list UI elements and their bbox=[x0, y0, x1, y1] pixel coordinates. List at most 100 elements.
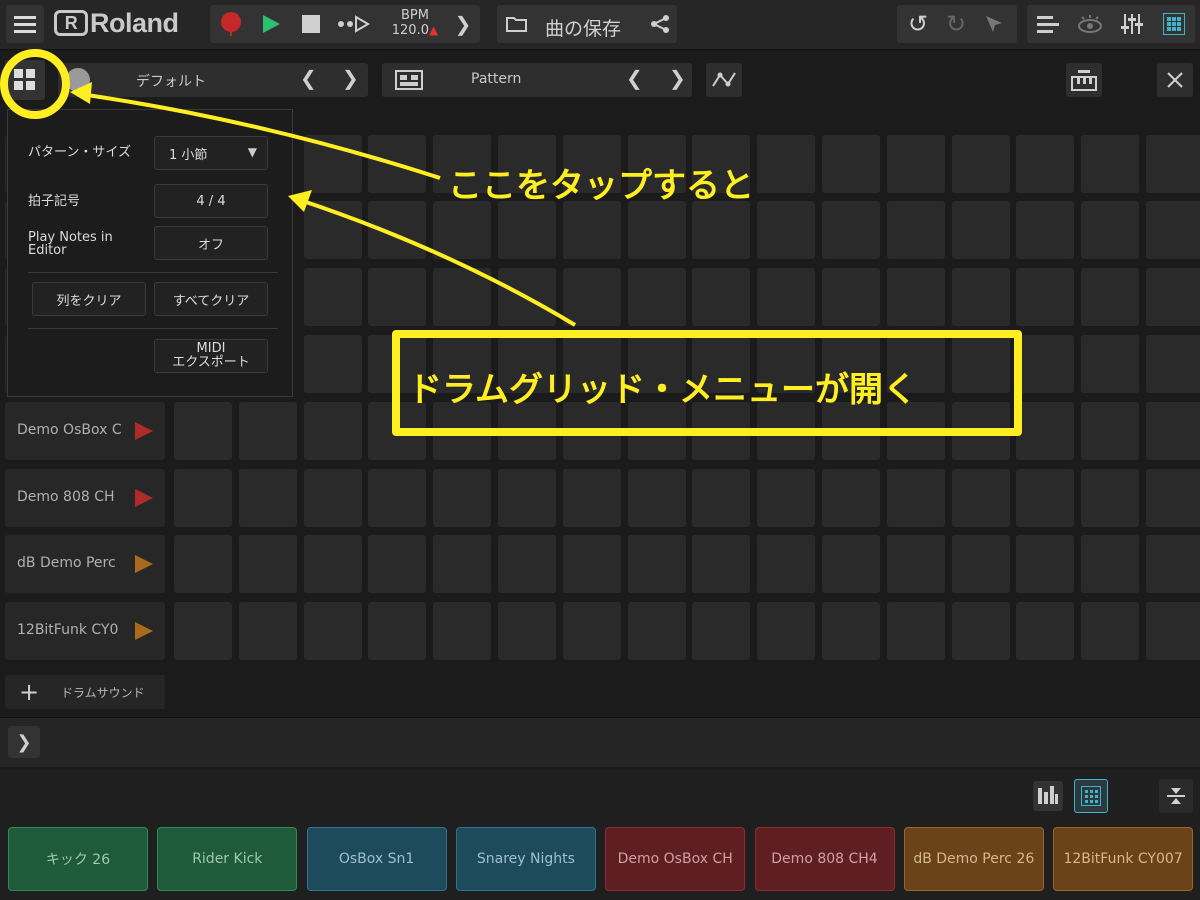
grid-step-cell[interactable] bbox=[951, 268, 1010, 326]
grid-step-cell[interactable] bbox=[303, 469, 362, 527]
grid-step-cell[interactable] bbox=[692, 201, 751, 259]
grid-step-cell[interactable] bbox=[498, 201, 556, 259]
grid-step-cell[interactable] bbox=[757, 268, 816, 326]
grid-step-cell[interactable] bbox=[238, 602, 297, 660]
grid-step-cell[interactable] bbox=[886, 469, 945, 527]
grid-step-cell[interactable] bbox=[303, 335, 362, 393]
grid-step-cell[interactable] bbox=[951, 201, 1010, 259]
resize-pads-button[interactable] bbox=[1159, 779, 1193, 813]
piano-keyboard-button[interactable] bbox=[1066, 63, 1102, 97]
drum-pad[interactable]: Snarey Nights bbox=[455, 827, 596, 891]
grid-step-cell[interactable] bbox=[1146, 602, 1200, 660]
track-view-button[interactable] bbox=[1031, 5, 1065, 43]
grid-step-cell[interactable] bbox=[1146, 469, 1200, 527]
grid-step-cell[interactable] bbox=[433, 469, 492, 527]
grid-step-cell[interactable] bbox=[822, 201, 880, 259]
pattern-size-select[interactable]: 1 小節 ▼ bbox=[154, 136, 268, 170]
grid-step-cell[interactable] bbox=[822, 268, 880, 326]
grid-step-cell[interactable] bbox=[498, 602, 556, 660]
grid-step-cell[interactable] bbox=[951, 602, 1010, 660]
grid-step-cell[interactable] bbox=[886, 201, 945, 259]
midi-export-button[interactable]: MIDI エクスポート bbox=[154, 339, 268, 373]
grid-step-cell[interactable] bbox=[1081, 602, 1140, 660]
grid-step-cell[interactable] bbox=[757, 135, 816, 193]
pad-view-button[interactable] bbox=[1074, 779, 1108, 813]
loop-button[interactable] bbox=[334, 5, 374, 43]
grid-step-cell[interactable] bbox=[498, 469, 556, 527]
grid-step-cell[interactable] bbox=[1146, 268, 1200, 326]
grid-step-cell[interactable] bbox=[174, 535, 232, 593]
drum-pad[interactable]: キック 26 bbox=[8, 827, 148, 891]
grid-step-cell[interactable] bbox=[238, 469, 297, 527]
fx-view-button[interactable] bbox=[1073, 5, 1107, 43]
track-row[interactable]: dB Demo Perc bbox=[5, 535, 165, 593]
drum-pad[interactable]: dB Demo Perc 26 bbox=[903, 827, 1044, 891]
grid-step-cell[interactable] bbox=[692, 268, 751, 326]
grid-step-cell[interactable] bbox=[1016, 201, 1075, 259]
drum-pad[interactable]: Rider Kick bbox=[157, 827, 298, 891]
drum-pad[interactable]: Demo 808 CH4 bbox=[754, 827, 895, 891]
track-row[interactable]: Demo 808 CH bbox=[5, 469, 165, 527]
grid-step-cell[interactable] bbox=[1081, 535, 1140, 593]
grid-step-cell[interactable] bbox=[822, 469, 880, 527]
grid-step-cell[interactable] bbox=[1016, 402, 1075, 460]
share-button[interactable] bbox=[645, 5, 675, 43]
transport-expand-chevron-icon[interactable]: ❯ bbox=[448, 5, 478, 43]
record-button[interactable] bbox=[214, 5, 248, 43]
kit-next-chevron-icon[interactable]: ❯ bbox=[342, 66, 359, 90]
grid-step-cell[interactable] bbox=[1146, 535, 1200, 593]
grid-step-cell[interactable] bbox=[1081, 268, 1140, 326]
grid-step-cell[interactable] bbox=[1146, 201, 1200, 259]
save-song-button[interactable]: 曲の保存 bbox=[545, 14, 621, 41]
grid-step-cell[interactable] bbox=[951, 135, 1010, 193]
grid-step-cell[interactable] bbox=[562, 535, 621, 593]
grid-step-cell[interactable] bbox=[757, 535, 816, 593]
grid-step-cell[interactable] bbox=[627, 268, 686, 326]
drum-grid-menu-button[interactable] bbox=[5, 60, 45, 100]
grid-step-cell[interactable] bbox=[951, 535, 1010, 593]
play-notes-toggle[interactable]: オフ bbox=[154, 226, 268, 260]
grid-step-cell[interactable] bbox=[368, 469, 427, 527]
close-editor-button[interactable] bbox=[1157, 63, 1193, 97]
grid-step-cell[interactable] bbox=[1081, 402, 1140, 460]
pattern-next-chevron-icon[interactable]: ❯ bbox=[669, 66, 686, 90]
grid-step-cell[interactable] bbox=[822, 602, 880, 660]
grid-step-cell[interactable] bbox=[627, 602, 686, 660]
drum-pad[interactable]: 12BitFunk CY007 bbox=[1053, 827, 1194, 891]
stop-button[interactable] bbox=[294, 5, 328, 43]
grid-step-cell[interactable] bbox=[238, 535, 297, 593]
grid-step-cell[interactable] bbox=[692, 602, 751, 660]
track-row[interactable]: Demo OsBox C bbox=[5, 402, 165, 460]
pointer-button[interactable] bbox=[977, 5, 1011, 43]
grid-step-cell[interactable] bbox=[303, 402, 362, 460]
grid-step-cell[interactable] bbox=[1081, 201, 1140, 259]
grid-step-cell[interactable] bbox=[757, 602, 816, 660]
grid-step-cell[interactable] bbox=[433, 201, 492, 259]
grid-step-cell[interactable] bbox=[627, 535, 686, 593]
clear-column-button[interactable]: 列をクリア bbox=[32, 282, 146, 316]
grid-step-cell[interactable] bbox=[886, 135, 945, 193]
grid-step-cell[interactable] bbox=[822, 135, 880, 193]
grid-step-cell[interactable] bbox=[757, 469, 816, 527]
grid-step-cell[interactable] bbox=[1081, 469, 1140, 527]
grid-step-cell[interactable] bbox=[822, 535, 880, 593]
grid-step-cell[interactable] bbox=[886, 535, 945, 593]
grid-step-cell[interactable] bbox=[692, 535, 751, 593]
grid-step-cell[interactable] bbox=[174, 602, 232, 660]
step-view-button[interactable] bbox=[1033, 781, 1063, 811]
grid-step-cell[interactable] bbox=[562, 268, 621, 326]
grid-step-cell[interactable] bbox=[886, 602, 945, 660]
undo-icon[interactable]: ↺ bbox=[901, 5, 935, 43]
grid-step-cell[interactable] bbox=[562, 469, 621, 527]
grid-step-cell[interactable] bbox=[174, 469, 232, 527]
drum-grid-view-button[interactable] bbox=[1157, 5, 1191, 43]
automation-button[interactable] bbox=[706, 63, 742, 97]
open-folder-button[interactable] bbox=[501, 5, 533, 43]
drum-pad[interactable]: OsBox Sn1 bbox=[306, 827, 447, 891]
grid-step-cell[interactable] bbox=[1016, 469, 1075, 527]
grid-step-cell[interactable] bbox=[1016, 135, 1075, 193]
play-button[interactable] bbox=[254, 5, 288, 43]
grid-step-cell[interactable] bbox=[433, 268, 492, 326]
grid-step-cell[interactable] bbox=[174, 402, 232, 460]
grid-step-cell[interactable] bbox=[1081, 135, 1140, 193]
